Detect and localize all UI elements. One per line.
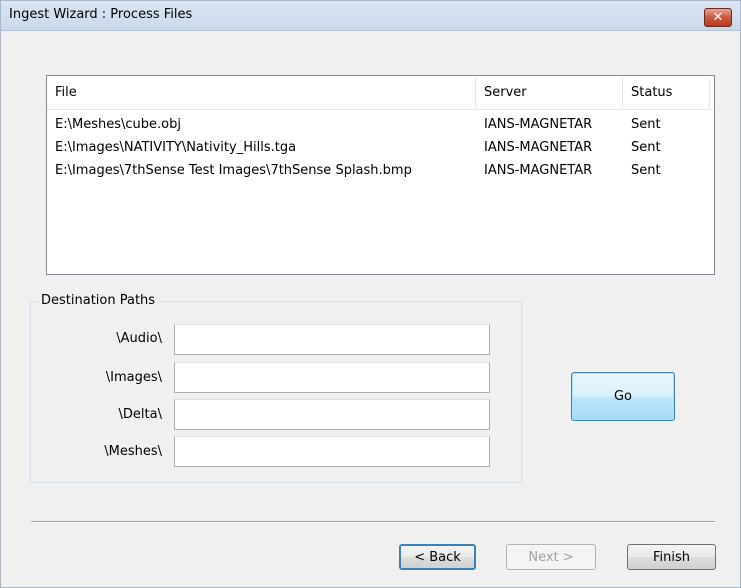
images-path-input[interactable] (174, 362, 490, 393)
destination-paths-legend: Destination Paths (38, 293, 159, 308)
file-cell: E:\Images\7thSense Test Images\7thSense … (55, 163, 412, 178)
status-cell: Sent (631, 117, 661, 132)
images-path-label: \Images\ (105, 370, 162, 385)
meshes-path-label: \Meshes\ (104, 444, 162, 459)
back-button[interactable]: < Back (399, 544, 476, 570)
file-cell: E:\Images\NATIVITY\Nativity_Hills.tga (55, 140, 297, 155)
window-title: Ingest Wizard : Process Files (9, 7, 193, 22)
server-cell: IANS-MAGNETAR (484, 117, 593, 132)
server-cell: IANS-MAGNETAR (484, 163, 593, 178)
column-header-server[interactable]: Server (476, 76, 622, 110)
file-list[interactable]: File Server Status E:\Meshes\cube.obj IA… (46, 75, 715, 275)
column-header-status[interactable]: Status (623, 76, 709, 110)
status-cell: Sent (631, 140, 661, 155)
meshes-path-input[interactable] (174, 436, 490, 467)
audio-path-label: \Audio\ (116, 331, 162, 346)
back-button-label: < Back (414, 549, 461, 565)
wizard-window: Ingest Wizard : Process Files ✕ File Ser… (0, 0, 741, 588)
list-item[interactable]: E:\Images\NATIVITY\Nativity_Hills.tga IA… (47, 137, 714, 159)
server-cell: IANS-MAGNETAR (484, 140, 593, 155)
title-bar[interactable]: Ingest Wizard : Process Files ✕ (1, 1, 740, 31)
status-cell: Sent (631, 163, 661, 178)
column-header-file[interactable]: File (47, 76, 475, 110)
delta-path-label: \Delta\ (118, 407, 162, 422)
footer-separator (31, 521, 715, 523)
go-button[interactable]: Go (571, 372, 675, 421)
close-icon: ✕ (712, 10, 724, 25)
audio-path-input[interactable] (174, 324, 490, 355)
file-cell: E:\Meshes\cube.obj (55, 117, 181, 132)
list-item[interactable]: E:\Images\7thSense Test Images\7thSense … (47, 160, 714, 182)
delta-path-input[interactable] (174, 399, 490, 430)
column-separator[interactable] (709, 78, 710, 108)
finish-button-label: Finish (652, 549, 690, 565)
go-button-label: Go (613, 389, 633, 404)
next-button-label: Next > (528, 549, 574, 565)
list-item[interactable]: E:\Meshes\cube.obj IANS-MAGNETAR Sent (47, 114, 714, 136)
close-button[interactable]: ✕ (704, 8, 732, 27)
finish-button[interactable]: Finish (627, 544, 716, 570)
file-list-header: File Server Status (47, 76, 714, 110)
next-button[interactable]: Next > (506, 544, 596, 570)
